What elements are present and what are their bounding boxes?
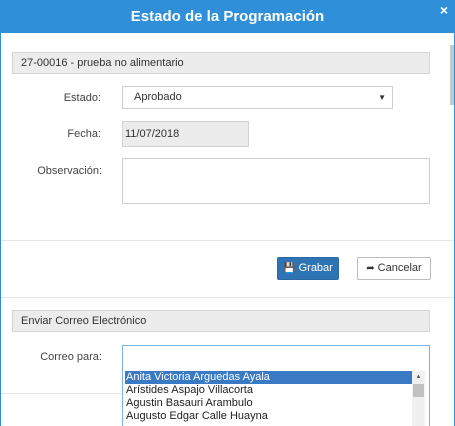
listbox-scrollbar[interactable]: ▲ xyxy=(412,371,425,426)
recipient-item[interactable]: Arístides Aspajo Villacorta xyxy=(125,384,414,397)
cancel-button[interactable]: ➦ Cancelar xyxy=(357,257,431,280)
recipient-item[interactable]: Anita Victoria Arguedas Ayala xyxy=(125,371,414,384)
dialog-header: Estado de la Programación × xyxy=(1,0,454,33)
email-section-header: Enviar Correo Electrónico xyxy=(12,310,430,332)
estado-label: Estado: xyxy=(63,92,101,104)
form-divider xyxy=(1,240,454,241)
close-icon[interactable]: × xyxy=(440,3,448,17)
observacion-textarea[interactable] xyxy=(122,158,430,204)
dialog-scrollbar-thumb[interactable] xyxy=(450,45,454,105)
scroll-up-arrow-icon[interactable]: ▲ xyxy=(412,371,425,383)
fecha-field[interactable]: 11/07/2018 xyxy=(122,121,249,147)
estado-select[interactable]: Aprobado ▼ xyxy=(122,86,393,109)
dialog-scrollbar[interactable] xyxy=(449,33,454,426)
buttons-divider xyxy=(1,297,454,298)
estado-selected-value: Aprobado xyxy=(134,91,182,103)
correo-para-label: Correo para: xyxy=(40,351,102,363)
dialog-title: Estado de la Programación xyxy=(130,8,325,25)
recipient-item[interactable]: Agustin Basauri Arambulo xyxy=(125,397,414,410)
recipients-listbox[interactable]: Anita Victoria Arguedas Ayala Arístides … xyxy=(122,345,430,426)
reply-arrow-icon: ➦ xyxy=(366,263,375,274)
floppy-disk-icon: 💾 xyxy=(283,263,296,274)
chevron-down-icon: ▼ xyxy=(378,93,386,102)
save-button[interactable]: 💾 Grabar xyxy=(277,257,339,280)
cancel-button-label: Cancelar xyxy=(377,262,422,274)
program-section-header: 27-00016 - prueba no alimentario xyxy=(12,52,430,74)
observacion-label: Observación: xyxy=(37,165,102,177)
fecha-label: Fecha: xyxy=(67,128,101,140)
program-status-dialog: Estado de la Programación × 27-00016 - p… xyxy=(0,0,455,426)
save-button-label: Grabar xyxy=(298,262,333,274)
footer-divider xyxy=(1,393,121,394)
recipient-item[interactable]: Augusto Edgar Calle Huayna xyxy=(125,410,414,423)
listbox-scrollbar-thumb[interactable] xyxy=(413,384,424,397)
